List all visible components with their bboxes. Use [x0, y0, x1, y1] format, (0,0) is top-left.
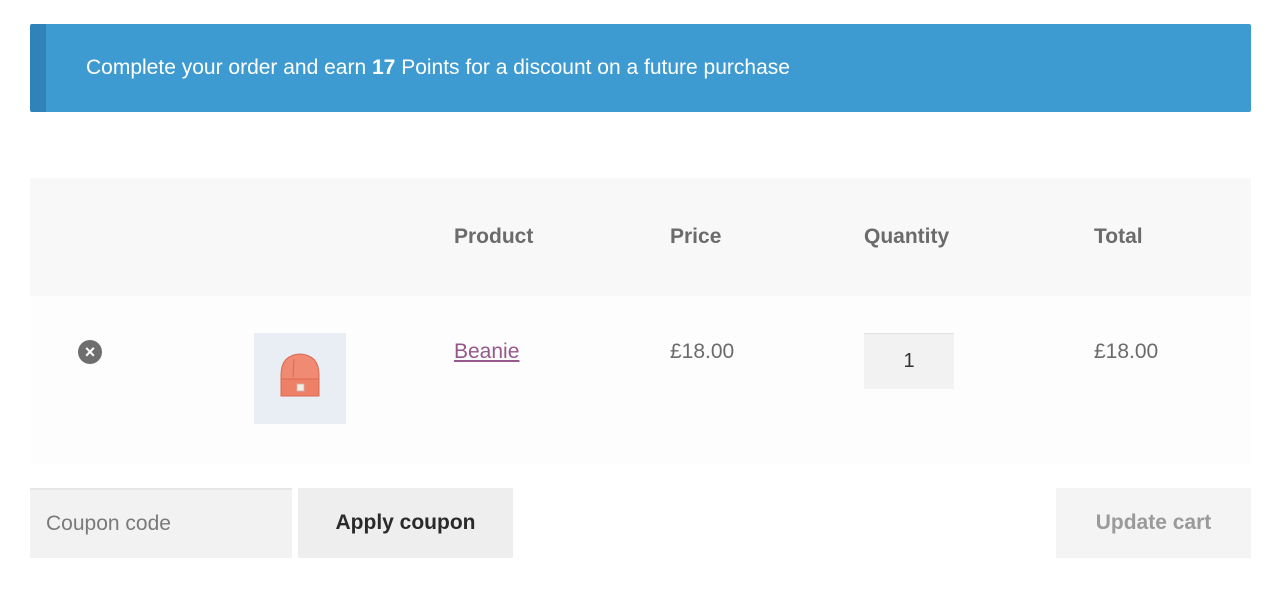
price-cell: £18.00: [670, 340, 735, 363]
coupon-code-input[interactable]: [30, 488, 292, 558]
header-price: Price: [670, 225, 722, 248]
total-cell: £18.00: [1094, 340, 1159, 363]
header-quantity: Quantity: [864, 225, 950, 248]
product-link[interactable]: Beanie: [454, 340, 519, 363]
points-value: 17: [372, 56, 396, 79]
header-total: Total: [1094, 225, 1143, 248]
product-thumbnail[interactable]: [254, 333, 346, 424]
points-notice-banner: Complete your order and earn 17 Points f…: [30, 24, 1251, 112]
cart-table-header: Product Price Quantity Total: [30, 178, 1251, 296]
beanie-image-icon: [280, 353, 320, 397]
quantity-input[interactable]: [864, 333, 954, 389]
cart-item-row: × Beanie £18.00 £18.00: [30, 296, 1251, 464]
header-product: Product: [454, 225, 534, 248]
update-cart-button[interactable]: Update cart: [1056, 488, 1251, 558]
notice-text: Complete your order and earn 17 Points f…: [86, 56, 790, 79]
apply-coupon-button[interactable]: Apply coupon: [298, 488, 513, 558]
remove-item-icon[interactable]: ×: [78, 340, 102, 364]
product-name-cell: Beanie: [454, 340, 519, 364]
